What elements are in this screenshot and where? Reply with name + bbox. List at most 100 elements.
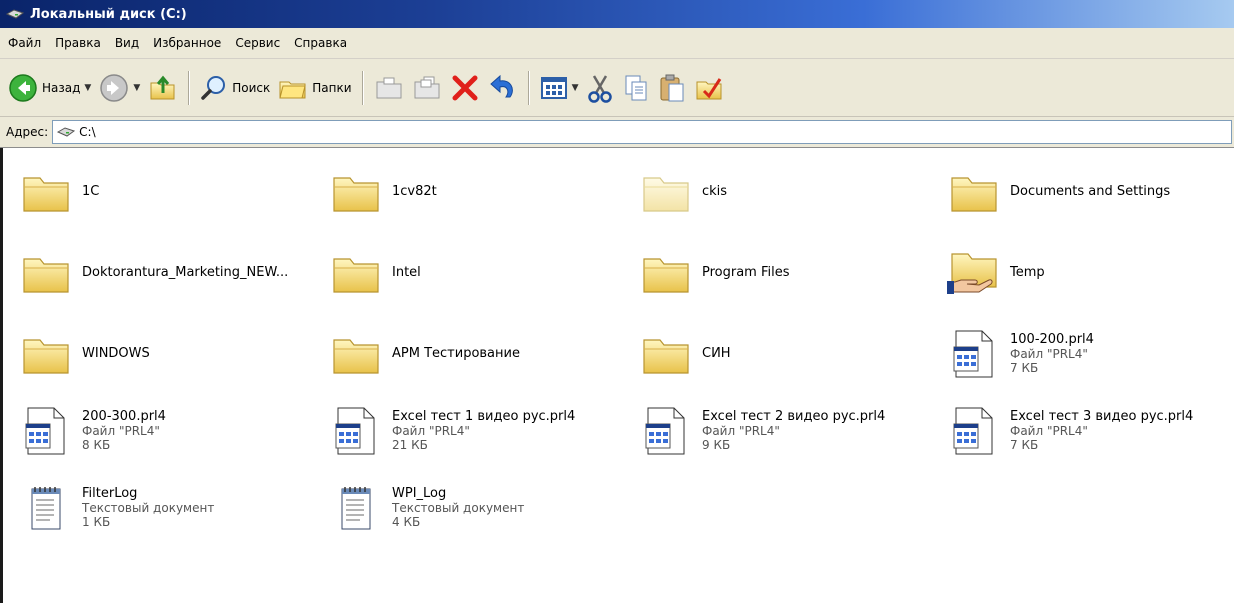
copy-button[interactable] [618, 68, 654, 108]
menu-edit[interactable]: Правка [48, 36, 108, 50]
cut-button[interactable] [582, 68, 618, 108]
folder-icon [23, 258, 69, 293]
toolbar: Назад ▼ ▼ Поиск Папки ▼ [0, 59, 1234, 117]
item-name: Excel тест 3 видео рус.prl4 [1010, 409, 1194, 424]
forward-arrow-icon [100, 73, 129, 102]
folder-icon [333, 177, 379, 212]
file-list[interactable]: 1C 1cv82t ckis Documents and Settings Do… [0, 148, 1234, 603]
text-document-icon [31, 487, 61, 530]
item-name: WPI_Log [392, 486, 447, 501]
hidden-folder-icon [643, 177, 689, 212]
delete-icon [452, 75, 478, 100]
move-to-button[interactable] [370, 68, 408, 108]
folder-item[interactable]: 1cv82t [328, 162, 628, 222]
menu-view[interactable]: Вид [108, 36, 146, 50]
folder-item[interactable]: Doktorantura_Marketing_NEW... [18, 243, 318, 303]
item-size: 21 КБ [392, 438, 428, 452]
folder-item[interactable]: Documents and Settings [946, 162, 1234, 222]
item-size: 7 КБ [1010, 438, 1039, 452]
file-item[interactable]: Excel тест 3 видео рус.prl4 Файл "PRL4" … [946, 401, 1234, 461]
folder-item[interactable]: 1C [18, 162, 318, 222]
search-button[interactable]: Поиск [196, 68, 274, 108]
folder-item[interactable]: ckis [638, 162, 938, 222]
folder-icon [23, 339, 69, 374]
folder-icon [333, 258, 379, 293]
menu-tools[interactable]: Сервис [228, 36, 287, 50]
folder-item[interactable]: WINDOWS [18, 324, 318, 384]
address-label: Адрес: [6, 125, 49, 139]
folders-icon [279, 81, 306, 98]
prl4-file-icon [645, 407, 685, 455]
item-name: Intel [392, 265, 421, 280]
copy-to-icon [414, 76, 440, 98]
address-bar: Адрес: C:\ [0, 117, 1234, 148]
paste-button[interactable] [654, 68, 690, 108]
copy-to-button[interactable] [408, 68, 446, 108]
file-item[interactable]: Excel тест 1 видео рус.prl4 Файл "PRL4" … [328, 401, 628, 461]
properties-button[interactable] [690, 68, 728, 108]
address-input[interactable]: C:\ [52, 120, 1232, 144]
item-name: 200-300.prl4 [82, 409, 166, 424]
views-button[interactable]: ▼ [536, 68, 583, 108]
item-name: АРМ Тестирование [392, 346, 520, 361]
forward-dropdown-icon[interactable]: ▼ [133, 83, 140, 93]
menu-file[interactable]: Файл [1, 36, 48, 50]
back-arrow-icon [9, 73, 37, 102]
item-name: Excel тест 1 видео рус.prl4 [392, 409, 576, 424]
folders-button[interactable]: Папки [274, 68, 355, 108]
item-size: 7 КБ [1010, 361, 1039, 375]
item-size: 9 КБ [702, 438, 731, 452]
item-type: Файл "PRL4" [1010, 347, 1088, 361]
folder-icon [951, 177, 997, 212]
item-name: WINDOWS [82, 346, 150, 361]
file-item[interactable]: 200-300.prl4 Файл "PRL4" 8 КБ [18, 401, 318, 461]
prl4-file-icon [335, 407, 375, 455]
folder-item[interactable]: СИН [638, 324, 938, 384]
text-document-icon [341, 487, 371, 530]
item-name: 100-200.prl4 [1010, 332, 1094, 347]
views-icon [540, 76, 567, 99]
back-button[interactable]: Назад ▼ [4, 68, 95, 108]
menu-help[interactable]: Справка [287, 36, 354, 50]
back-label: Назад [42, 80, 81, 95]
drive-icon [57, 127, 76, 137]
item-name: Program Files [702, 265, 790, 280]
shared-folder-icon [947, 253, 997, 294]
item-size: 1 КБ [82, 515, 111, 529]
item-name: FilterLog [82, 486, 138, 501]
item-size: 4 КБ [392, 515, 421, 529]
file-item[interactable]: Excel тест 2 видео рус.prl4 Файл "PRL4" … [638, 401, 938, 461]
properties-icon [696, 77, 722, 99]
item-name: 1cv82t [392, 184, 437, 199]
search-label: Поиск [232, 80, 271, 95]
forward-button[interactable]: ▼ [95, 68, 144, 108]
copy-icon [625, 75, 647, 100]
views-dropdown-icon[interactable]: ▼ [572, 83, 579, 93]
toolbar-separator [188, 70, 191, 105]
item-name: ckis [702, 184, 728, 199]
file-item[interactable]: FilterLog Текстовый документ 1 КБ [18, 478, 318, 538]
menu-favorites[interactable]: Избранное [146, 36, 228, 50]
file-item[interactable]: WPI_Log Текстовый документ 4 КБ [328, 478, 628, 538]
folder-item[interactable]: Intel [328, 243, 628, 303]
up-folder-icon [150, 75, 175, 99]
folder-icon [333, 339, 379, 374]
address-value: C:\ [79, 125, 96, 139]
folder-item[interactable]: АРМ Тестирование [328, 324, 628, 384]
delete-button[interactable] [446, 68, 484, 108]
search-icon [201, 75, 226, 100]
toolbar-separator [361, 70, 364, 105]
folder-item[interactable]: Temp [946, 243, 1234, 303]
folder-item[interactable]: Program Files [638, 243, 938, 303]
undo-button[interactable] [484, 68, 522, 108]
up-folder-button[interactable] [144, 68, 182, 108]
title-bar[interactable]: Локальный диск (C:) [0, 0, 1234, 28]
file-item[interactable]: 100-200.prl4 Файл "PRL4" 7 КБ [946, 324, 1234, 384]
item-name: Temp [1010, 265, 1045, 280]
folder-icon [643, 339, 689, 374]
item-name: Doktorantura_Marketing_NEW... [82, 265, 289, 280]
menu-bar: Файл Правка Вид Избранное Сервис Справка [0, 28, 1234, 59]
back-dropdown-icon[interactable]: ▼ [84, 83, 91, 93]
item-name: 1C [82, 184, 100, 199]
window-title: Локальный диск (C:) [30, 6, 187, 22]
